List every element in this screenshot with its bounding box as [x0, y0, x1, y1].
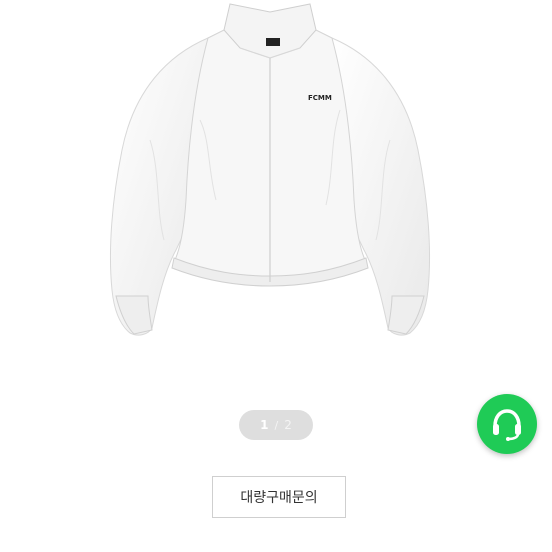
pager-total: 2 [284, 418, 292, 432]
pager-current: 1 [260, 418, 269, 432]
image-pager: 1 / 2 [239, 410, 313, 440]
chat-button[interactable] [477, 394, 537, 454]
bulk-purchase-inquiry-button[interactable]: 대량구매문의 [212, 476, 346, 518]
headset-chat-icon [493, 409, 521, 441]
logo-text: FCMM [308, 94, 332, 102]
product-image [109, 3, 431, 336]
pager-separator: / [274, 418, 279, 432]
bulk-purchase-inquiry-label: 대량구매문의 [240, 490, 318, 506]
product-detail-page: FCMM 1 / 2 대량구매문의 [0, 0, 552, 552]
